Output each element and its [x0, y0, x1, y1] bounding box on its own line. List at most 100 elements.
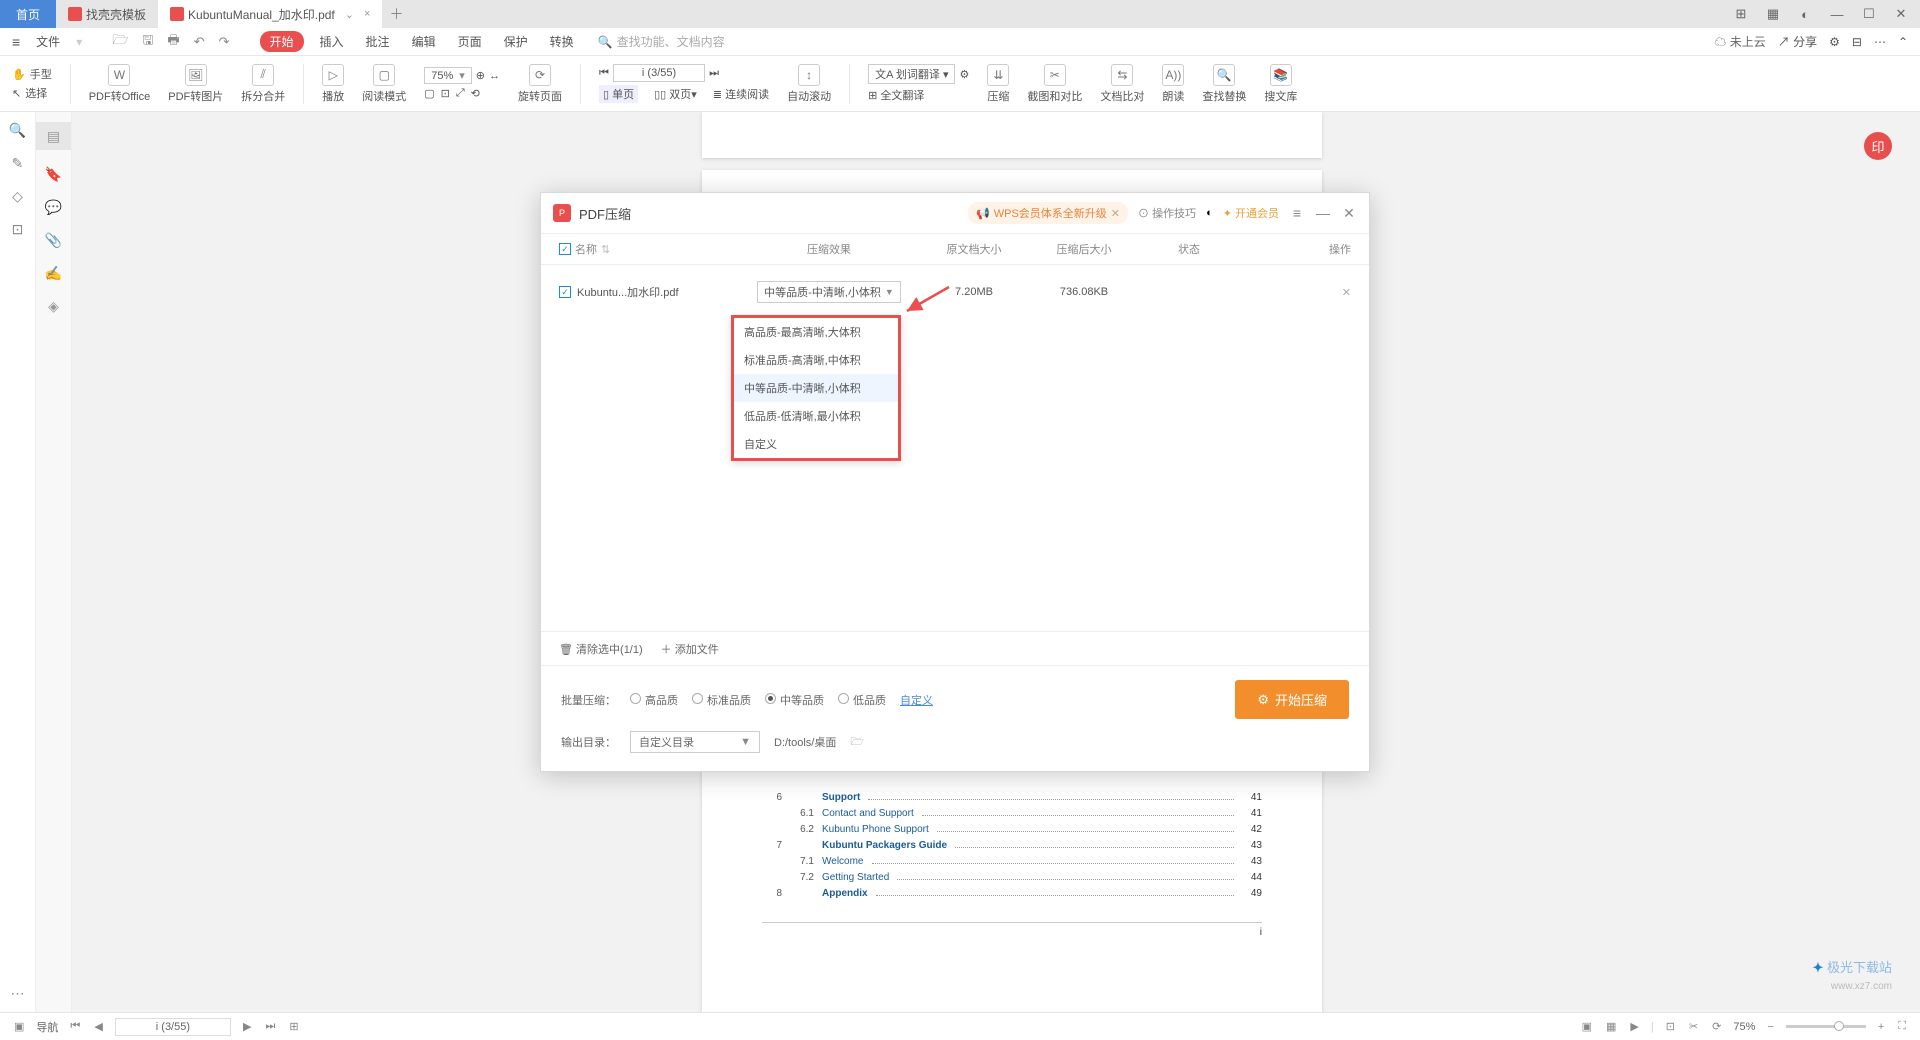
tab-dropdown-icon[interactable]: ⌄: [345, 8, 354, 21]
word-translate-button[interactable]: 文A 划词翻译 ▾: [868, 64, 955, 84]
assistant-icon[interactable]: ◐: [1206, 207, 1213, 219]
option-low[interactable]: 低品质-低清晰,最小体积: [734, 402, 898, 430]
first-page-button[interactable]: ⏮: [68, 1020, 82, 1033]
file-checkbox[interactable]: ✓: [559, 286, 571, 298]
close-window-button[interactable]: ✕: [1892, 6, 1910, 22]
play-status-icon[interactable]: ▶: [1628, 1020, 1640, 1033]
menu-start[interactable]: 开始: [260, 31, 304, 52]
single-page-button[interactable]: ▯ 单页: [599, 85, 638, 103]
comments-icon[interactable]: 💬: [45, 199, 62, 216]
actual-size-icon[interactable]: ⤢: [456, 87, 465, 100]
tips-link[interactable]: ⊙ 操作技巧: [1138, 205, 1196, 221]
menu-page[interactable]: 页面: [452, 33, 488, 50]
text-compare-button[interactable]: ⇆文档比对: [1100, 64, 1144, 104]
pdf-to-image-button[interactable]: 🖼PDF转图片: [168, 64, 223, 104]
rotate-page-button[interactable]: ⟳旋转页面: [518, 64, 562, 104]
tab-template[interactable]: 找壳壳模板: [56, 0, 158, 28]
compress-button[interactable]: ⇊压缩: [987, 64, 1009, 104]
browse-folder-icon[interactable]: 🗁: [850, 733, 864, 752]
promo-banner[interactable]: 📢 WPS会员体系全新升级 ✕: [968, 202, 1128, 224]
feedback-icon[interactable]: ⊟: [1852, 35, 1862, 49]
hand-tool-icon[interactable]: ✋: [12, 68, 26, 81]
more-icon[interactable]: ⋯: [1874, 35, 1886, 49]
read-mode-button[interactable]: ▢阅读模式: [362, 64, 406, 104]
option-custom[interactable]: 自定义: [734, 430, 898, 458]
play-button[interactable]: ▷播放: [322, 64, 344, 104]
view-mode-icon[interactable]: ▣: [1580, 1020, 1594, 1033]
fit-page-icon[interactable]: ▢: [424, 87, 434, 100]
print-icon[interactable]: 🖶: [165, 31, 181, 53]
radio-medium[interactable]: 中等品质: [765, 692, 824, 708]
page-input[interactable]: i (3/55): [115, 1018, 231, 1036]
settings-icon[interactable]: ⚙: [1829, 35, 1840, 49]
quality-combo[interactable]: 中等品质-中清晰,小体积▼: [757, 281, 901, 303]
stamp-icon[interactable]: ⊡: [12, 221, 24, 238]
zoom-out-button[interactable]: −: [1765, 1021, 1775, 1033]
tab-home[interactable]: 首页: [0, 0, 56, 28]
search-icon[interactable]: 🔍: [9, 122, 26, 139]
maximize-button[interactable]: ☐: [1860, 6, 1878, 22]
save-icon[interactable]: 🖫: [140, 31, 155, 53]
menu-insert[interactable]: 插入: [314, 33, 350, 50]
read-aloud-button[interactable]: A))朗读: [1162, 64, 1184, 104]
share-button[interactable]: ↗ 分享: [1778, 33, 1817, 50]
full-translate-button[interactable]: ⊞ 全文翻译: [868, 87, 924, 103]
cloud-status[interactable]: ☁ 未上云: [1714, 33, 1765, 50]
layers-icon[interactable]: ◈: [48, 298, 59, 315]
find-replace-button[interactable]: 🔍查找替换: [1202, 64, 1246, 104]
bookmarks-icon[interactable]: 🔖: [45, 166, 62, 183]
zoom-fit-icon[interactable]: ⊕: [476, 69, 485, 82]
last-page-icon[interactable]: ⏭: [709, 67, 719, 80]
redo-icon[interactable]: ↷: [217, 34, 232, 50]
promo-close-icon[interactable]: ✕: [1111, 207, 1120, 220]
add-file-button[interactable]: ＋ 添加文件: [661, 641, 719, 657]
radio-high[interactable]: 高品质: [630, 692, 678, 708]
auto-scroll-button[interactable]: ↕自动滚动: [787, 64, 831, 104]
tab-document[interactable]: KubuntuManual_加水印.pdf ⌄ ×: [158, 0, 382, 28]
radio-low[interactable]: 低品质: [838, 692, 886, 708]
remove-file-button[interactable]: ✕: [1239, 286, 1351, 299]
doc-library-button[interactable]: 📚搜文库: [1264, 64, 1297, 104]
thumbnails-icon[interactable]: ▤: [36, 122, 71, 150]
tab-close-button[interactable]: ×: [364, 8, 370, 20]
attachments-icon[interactable]: 📎: [45, 232, 62, 249]
radio-standard[interactable]: 标准品质: [692, 692, 751, 708]
apps-icon[interactable]: ▦: [1764, 6, 1782, 22]
fit-icon[interactable]: ⊡: [1664, 1020, 1677, 1033]
double-page-button[interactable]: ▯▯ 双页▾: [654, 86, 697, 102]
fullscreen-icon[interactable]: ⛶: [1896, 1020, 1908, 1033]
watermark-badge-icon[interactable]: 印: [1864, 132, 1892, 160]
option-standard[interactable]: 标准品质-高清晰,中体积: [734, 346, 898, 374]
start-compress-button[interactable]: ⚙开始压缩: [1235, 680, 1349, 719]
file-menu[interactable]: 文件: [30, 33, 66, 50]
bookmark-toggle-icon[interactable]: ⊞: [287, 1020, 300, 1033]
zoom-width-icon[interactable]: ↔: [489, 70, 500, 82]
main-menu-icon[interactable]: ≡: [12, 34, 20, 50]
collapse-ribbon-icon[interactable]: ⌃: [1898, 35, 1908, 49]
crop-icon[interactable]: ⊡: [441, 87, 450, 100]
next-page-button[interactable]: ▶: [241, 1020, 253, 1033]
new-tab-button[interactable]: ＋: [382, 4, 410, 24]
crop-status-icon[interactable]: ✂: [1687, 1020, 1700, 1033]
nav-panel-icon[interactable]: ▣: [12, 1020, 26, 1033]
open-icon[interactable]: 🗁: [110, 31, 130, 53]
output-dir-combo[interactable]: 自定义目录▼: [630, 731, 760, 753]
dialog-minimize-button[interactable]: —: [1315, 205, 1331, 221]
edit-icon[interactable]: ✎: [12, 155, 24, 172]
first-page-icon[interactable]: ⏮: [599, 67, 609, 80]
rotate-left-icon[interactable]: ⟲: [471, 87, 480, 100]
avatar-icon[interactable]: ◐: [1796, 7, 1814, 22]
option-medium[interactable]: 中等品质-中清晰,小体积: [734, 374, 898, 402]
signatures-icon[interactable]: ✍: [45, 265, 62, 282]
nav-label[interactable]: 导航: [36, 1019, 58, 1035]
open-member-link[interactable]: ✦ 开通会员: [1223, 205, 1279, 221]
zoom-in-button[interactable]: +: [1876, 1021, 1886, 1033]
split-merge-button[interactable]: ⫽拆分合并: [241, 64, 285, 104]
dialog-close-button[interactable]: ✕: [1341, 205, 1357, 222]
menu-edit[interactable]: 编辑: [406, 33, 442, 50]
pdf-to-office-button[interactable]: WPDF转Office: [89, 64, 151, 104]
undo-icon[interactable]: ↶: [192, 34, 207, 50]
minimize-button[interactable]: —: [1828, 7, 1846, 22]
prev-page-button[interactable]: ◀: [92, 1020, 104, 1033]
menu-annotate[interactable]: 批注: [360, 33, 396, 50]
